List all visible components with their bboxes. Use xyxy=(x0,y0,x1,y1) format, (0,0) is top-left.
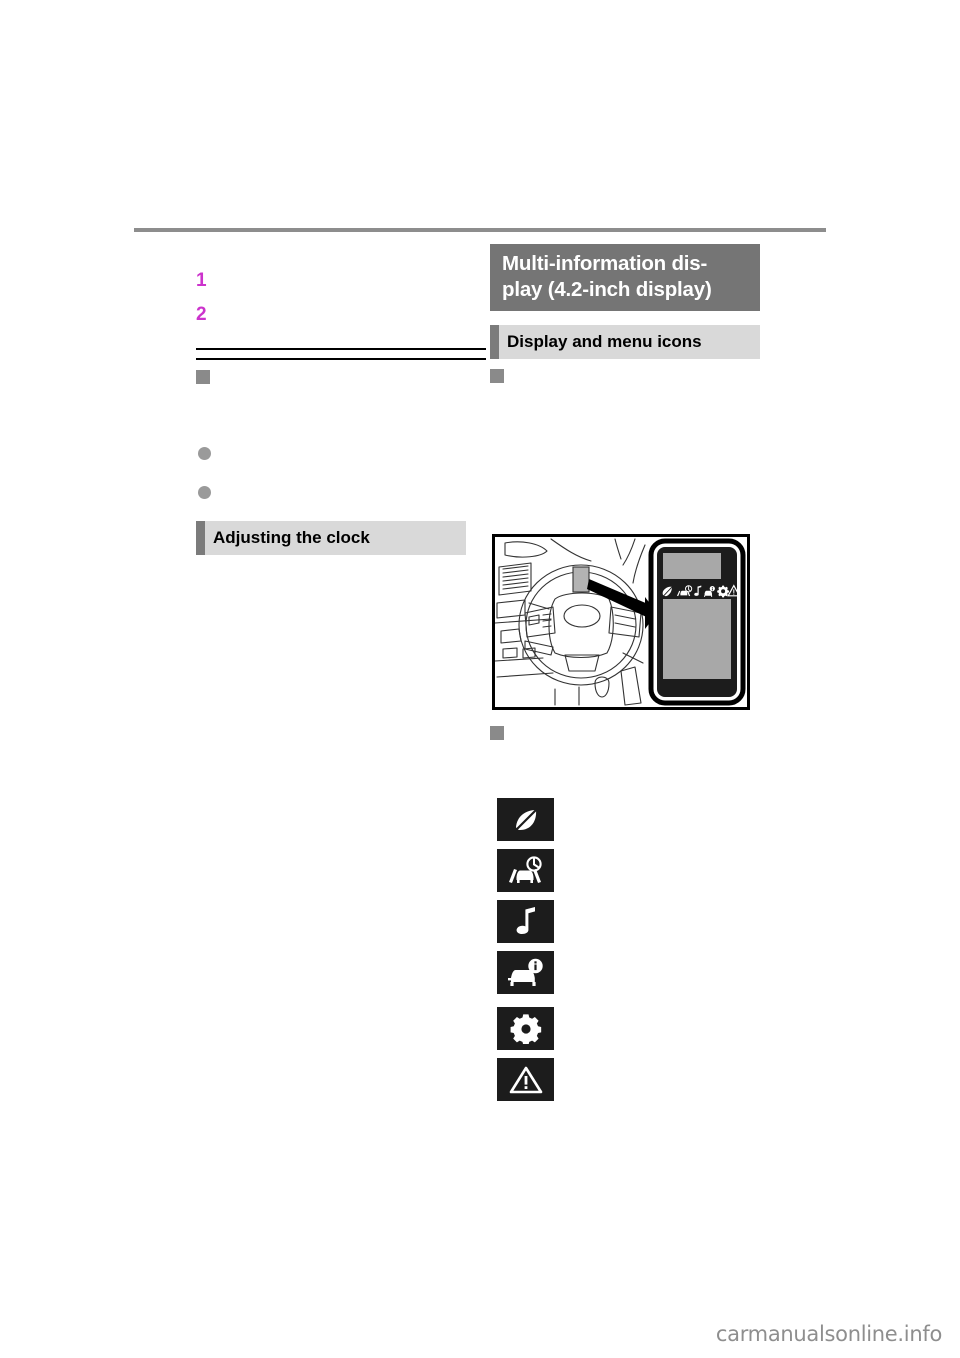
left-column: 1 2 Adjusting the clock xyxy=(196,244,486,555)
list-item xyxy=(196,443,486,461)
site-watermark: carmanualsonline.info xyxy=(715,1322,942,1346)
square-marker-heading xyxy=(490,723,782,741)
numbered-step: 1 xyxy=(196,270,486,298)
list-item xyxy=(497,1058,757,1101)
square-marker-heading xyxy=(490,366,780,384)
multi-information-display-panel xyxy=(648,538,746,706)
warning-triangle-icon xyxy=(497,1058,554,1101)
step-number: 2 xyxy=(196,304,207,325)
illustration-artwork xyxy=(495,537,747,707)
leaf-icon xyxy=(497,798,554,841)
subsection-label: Display and menu icons xyxy=(507,332,702,351)
section-title-line-2: play (4.2-inch display) xyxy=(502,278,712,301)
list-item xyxy=(497,900,757,943)
list-item xyxy=(497,798,757,841)
manual-page: 1 2 Adjusting the clock Multi-informatio… xyxy=(0,0,960,1358)
page-header-rule xyxy=(134,228,826,232)
section-title-line-1: Multi-information dis- xyxy=(502,252,708,275)
list-item xyxy=(497,849,757,892)
subsection-adjusting-the-clock: Adjusting the clock xyxy=(196,521,466,555)
list-item xyxy=(497,951,757,994)
menu-icon-legend xyxy=(497,798,757,1109)
list-item xyxy=(497,1007,757,1050)
gear-icon xyxy=(497,1007,554,1050)
section-title-multi-information-display: Multi-information dis- play (4.2-inch di… xyxy=(490,244,760,311)
lane-departure-icon xyxy=(497,849,554,892)
subsection-label: Adjusting the clock xyxy=(213,528,370,547)
step-number: 1 xyxy=(196,270,207,291)
numbered-step-list: 1 2 xyxy=(196,270,486,332)
numbered-step: 2 xyxy=(196,304,486,332)
vehicle-info-icon xyxy=(497,951,554,994)
list-item xyxy=(196,482,486,500)
bullet-list xyxy=(196,443,486,500)
note-box xyxy=(196,348,486,360)
right-column: Multi-information dis- play (4.2-inch di… xyxy=(490,244,780,384)
illustration-steering-wheel-display xyxy=(492,534,750,710)
music-note-icon xyxy=(497,900,554,943)
subsection-display-and-menu-icons: Display and menu icons xyxy=(490,325,760,359)
square-marker-heading xyxy=(196,367,486,385)
